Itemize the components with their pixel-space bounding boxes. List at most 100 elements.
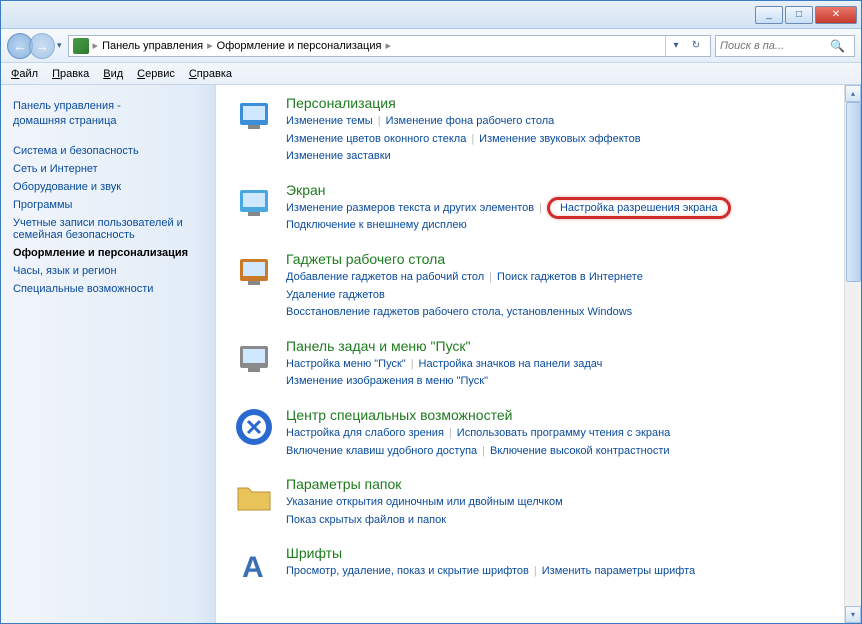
- link-separator: |: [529, 565, 542, 577]
- category-link[interactable]: Подключение к внешнему дисплею: [286, 219, 467, 231]
- sidebar-item-7[interactable]: Специальные возможности: [13, 280, 203, 298]
- category-title[interactable]: Экран: [286, 182, 829, 198]
- category-link[interactable]: Включение высокой контрастности: [490, 445, 670, 457]
- address-dropdown-button[interactable]: ▾: [666, 36, 686, 56]
- category-link[interactable]: Изменение фона рабочего стола: [386, 115, 555, 127]
- category-title[interactable]: Панель задач и меню "Пуск": [286, 338, 829, 354]
- category-link[interactable]: Восстановление гаджетов рабочего стола, …: [286, 306, 632, 318]
- sidebar-home-link[interactable]: Панель управления - домашняя страница: [13, 99, 203, 130]
- category-link[interactable]: Изменение размеров текста и других элеме…: [286, 202, 534, 214]
- sidebar-item-3[interactable]: Программы: [13, 196, 203, 214]
- category-link[interactable]: Изменение звуковых эффектов: [479, 133, 640, 145]
- maximize-button[interactable]: □: [785, 6, 813, 24]
- taskbar-icon: [230, 338, 278, 386]
- category-links: Просмотр, удаление, показ и скрытие шриф…: [286, 563, 829, 581]
- sidebar-item-0[interactable]: Система и безопасность: [13, 142, 203, 160]
- control-panel-window: _ □ ✕ ← → ▾ ▸ Панель управления ▸ Оформл…: [0, 0, 862, 624]
- link-separator: |: [534, 202, 547, 214]
- content-area: Панель управления - домашняя страница Си…: [1, 85, 861, 623]
- menu-tools[interactable]: Сервис: [137, 68, 175, 80]
- sidebar-item-6[interactable]: Часы, язык и регион: [13, 262, 203, 280]
- sidebar-item-2[interactable]: Оборудование и звук: [13, 178, 203, 196]
- main-panel: ПерсонализацияИзменение темы|Изменение ф…: [216, 85, 861, 623]
- sidebar: Панель управления - домашняя страница Си…: [1, 85, 216, 623]
- category-link[interactable]: Включение клавиш удобного доступа: [286, 445, 477, 457]
- close-button[interactable]: ✕: [815, 6, 857, 24]
- category-link[interactable]: Изменение цветов оконного стекла: [286, 133, 466, 145]
- menu-edit[interactable]: Правка: [52, 68, 89, 80]
- link-separator: |: [477, 445, 490, 457]
- category-personalization: ПерсонализацияИзменение темы|Изменение ф…: [230, 95, 829, 166]
- category-link[interactable]: Изменить параметры шрифта: [542, 565, 695, 577]
- breadcrumb-root[interactable]: Панель управления: [102, 40, 203, 52]
- category-link[interactable]: Поиск гаджетов в Интернете: [497, 271, 643, 283]
- fonts-icon: A: [230, 545, 278, 593]
- folders-icon: [230, 476, 278, 524]
- link-separator: |: [406, 358, 419, 370]
- category-title[interactable]: Шрифты: [286, 545, 829, 561]
- address-bar[interactable]: ▸ Панель управления ▸ Оформление и персо…: [68, 35, 711, 57]
- category-link[interactable]: Просмотр, удаление, показ и скрытие шриф…: [286, 565, 529, 577]
- refresh-button[interactable]: ↻: [686, 36, 706, 56]
- category-link[interactable]: Удаление гаджетов: [286, 289, 385, 301]
- link-separator: |: [484, 271, 497, 283]
- category-link[interactable]: Указание открытия одиночным или двойным …: [286, 496, 563, 508]
- link-separator: |: [373, 115, 386, 127]
- category-link[interactable]: Настройка значков на панели задач: [419, 358, 603, 370]
- sidebar-item-1[interactable]: Сеть и Интернет: [13, 160, 203, 178]
- breadcrumb-current[interactable]: Оформление и персонализация: [217, 40, 382, 52]
- breadcrumb-separator: ▸: [205, 39, 215, 52]
- nav-history-dropdown[interactable]: ▾: [55, 40, 64, 51]
- search-icon[interactable]: 🔍: [830, 39, 845, 53]
- link-separator: |: [444, 427, 457, 439]
- nav-arrows: ← → ▾: [7, 33, 64, 59]
- category-title[interactable]: Гаджеты рабочего стола: [286, 251, 829, 267]
- category-ease: Центр специальных возможностей Настройка …: [230, 407, 829, 460]
- category-link[interactable]: Изменение темы: [286, 115, 373, 127]
- menu-file[interactable]: Файл: [11, 68, 38, 80]
- scroll-down-button[interactable]: ▾: [845, 606, 861, 623]
- category-link[interactable]: Настройка для слабого зрения: [286, 427, 444, 439]
- titlebar: _ □ ✕: [1, 1, 861, 29]
- breadcrumb-separator: ▸: [91, 39, 101, 52]
- vertical-scrollbar[interactable]: ▴ ▾: [844, 85, 861, 623]
- highlighted-link-screen-resolution[interactable]: Настройка разрешения экрана: [547, 197, 731, 219]
- category-link[interactable]: Использовать программу чтения с экрана: [457, 427, 671, 439]
- category-link[interactable]: Изменение заставки: [286, 150, 391, 162]
- navigation-bar: ← → ▾ ▸ Панель управления ▸ Оформление и…: [1, 29, 861, 63]
- category-link[interactable]: Изменение изображения в меню "Пуск": [286, 375, 488, 387]
- category-folders: Параметры папок Указание открытия одиночн…: [230, 476, 829, 529]
- menu-view[interactable]: Вид: [103, 68, 123, 80]
- category-title[interactable]: Персонализация: [286, 95, 829, 111]
- category-gadgets: Гаджеты рабочего стола Добавление гаджето…: [230, 251, 829, 322]
- category-links: Указание открытия одиночным или двойным …: [286, 494, 829, 529]
- category-links: Изменение темы|Изменение фона рабочего с…: [286, 113, 829, 166]
- category-link[interactable]: Настройка меню "Пуск": [286, 358, 406, 370]
- category-title[interactable]: Параметры папок: [286, 476, 829, 492]
- sidebar-item-4[interactable]: Учетные записи пользователей и семейная …: [13, 214, 203, 244]
- personalization-icon: [230, 95, 278, 143]
- category-links: Изменение размеров текста и других элеме…: [286, 200, 829, 235]
- search-box[interactable]: 🔍: [715, 35, 855, 57]
- forward-button[interactable]: →: [29, 33, 55, 59]
- menubar: Файл Правка Вид Сервис Справка: [1, 63, 861, 85]
- category-link[interactable]: Добавление гаджетов на рабочий стол: [286, 271, 484, 283]
- category-link[interactable]: Показ скрытых файлов и папок: [286, 514, 446, 526]
- search-input[interactable]: [720, 40, 830, 52]
- sidebar-item-5[interactable]: Оформление и персонализация: [13, 244, 203, 262]
- category-display: Экран Изменение размеров текста и других …: [230, 182, 829, 235]
- breadcrumb-separator: ▸: [383, 39, 393, 52]
- category-links: Настройка для слабого зрения|Использоват…: [286, 425, 829, 460]
- display-icon: [230, 182, 278, 230]
- scroll-thumb[interactable]: [846, 102, 861, 282]
- category-fonts: A Шрифты Просмотр, удаление, показ и скрыт…: [230, 545, 829, 593]
- minimize-button[interactable]: _: [755, 6, 783, 24]
- gadgets-icon: [230, 251, 278, 299]
- window-buttons: _ □ ✕: [755, 6, 857, 24]
- category-title[interactable]: Центр специальных возможностей: [286, 407, 829, 423]
- category-links: Добавление гаджетов на рабочий стол|Поис…: [286, 269, 829, 322]
- link-separator: |: [466, 133, 479, 145]
- scroll-up-button[interactable]: ▴: [845, 85, 861, 102]
- category-links: Настройка меню "Пуск"|Настройка значков …: [286, 356, 829, 391]
- menu-help[interactable]: Справка: [189, 68, 232, 80]
